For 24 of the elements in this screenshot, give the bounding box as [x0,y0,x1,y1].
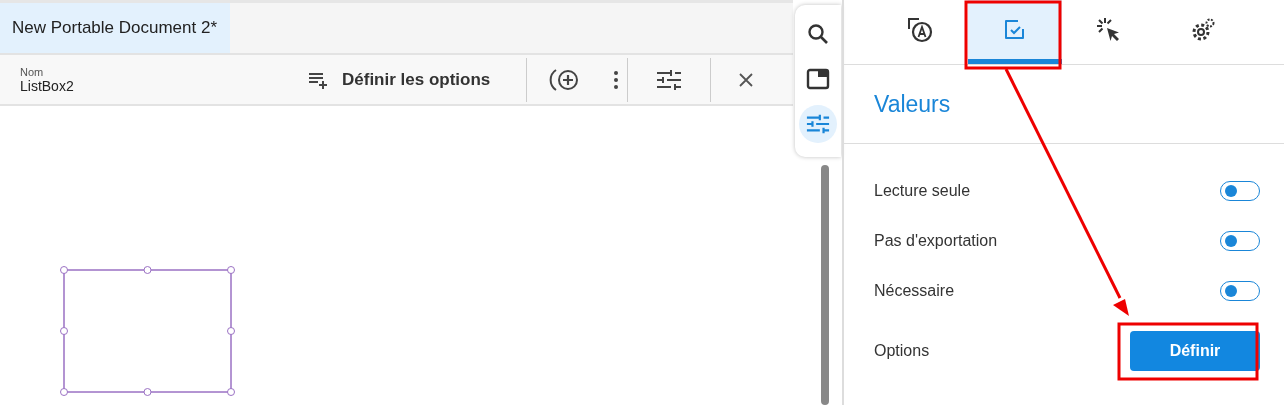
options-label: Options [874,342,930,360]
toggle-switch[interactable] [1220,231,1260,251]
text-field-icon [907,16,935,43]
sliders-icon [805,113,830,135]
checkbox-icon [1003,17,1027,42]
define-button[interactable]: Définir [1130,331,1260,371]
gears-icon [1190,16,1216,43]
click-icon [1096,16,1122,43]
toggle-switch[interactable] [1220,181,1260,201]
more-icon [613,69,620,90]
section-heading: Valeurs [874,90,951,118]
sliders-icon [656,68,683,91]
toggle-label: Lecture seule [874,182,971,200]
define-options-button[interactable]: Définir les options [296,59,501,100]
toggle-label: Nécessaire [874,282,955,300]
name-label: Nom [20,65,45,78]
search-icon [805,22,830,46]
toggle-label: Pas d'exportation [874,232,998,250]
close-icon [739,72,754,87]
name-value: ListBox2 [20,77,75,94]
document-tab[interactable]: New Portable Document 2* [0,3,230,53]
window-icon [805,68,830,90]
scrollbar[interactable] [820,165,829,405]
toggle-switch[interactable] [1220,281,1260,301]
